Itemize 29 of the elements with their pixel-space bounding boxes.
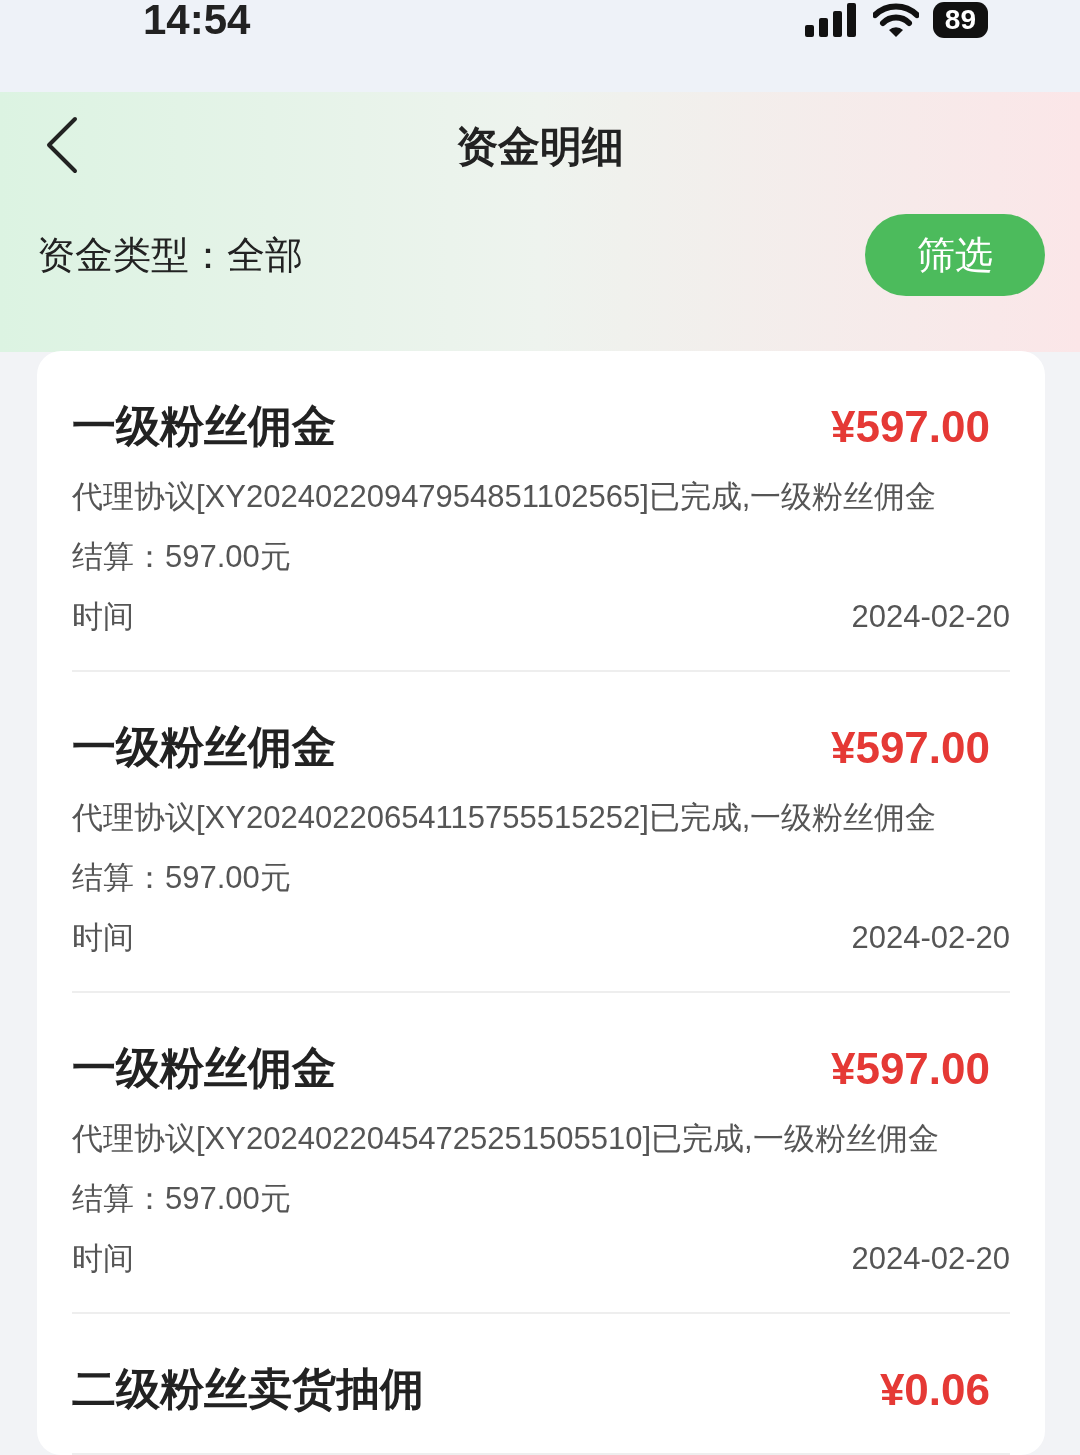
battery-icon: 89 [932,2,988,38]
record-amount: ¥597.00 [830,401,990,452]
record-amount: ¥0.06 [879,1364,990,1415]
wifi-icon [872,3,919,37]
record-title: 一级粉丝佣金 [72,721,336,773]
filter-button[interactable]: 筛选 [865,214,1045,296]
settlement-text: 结算：597.00元 [72,859,292,897]
record-date: 2024-02-20 [851,919,1010,957]
back-icon[interactable] [45,116,79,174]
record-title: 一级粉丝佣金 [72,400,336,452]
time-label: 时间 [72,1240,134,1278]
record-description: 代理协议[XY20240220654115755515252]已完成,一级粉丝佣金 [72,799,938,837]
settlement-text: 结算：597.00元 [72,1180,292,1218]
record-date: 2024-02-20 [851,598,1010,636]
time-label: 时间 [72,598,134,636]
record-title: 二级粉丝卖货抽佣 [72,1363,424,1415]
clock-time: 14:54 [143,0,251,40]
record-description: 代理协议[XY20240220947954851102565]已完成,一级粉丝佣金 [72,478,938,516]
filter-label: 资金类型： [37,232,227,278]
settlement-text: 结算：597.00元 [72,538,292,576]
record-description: 代理协议[XY20240220454725251505510]已完成,一级粉丝佣金 [72,1120,940,1158]
record-title: 一级粉丝佣金 [72,1042,336,1094]
record-amount: ¥597.00 [830,1043,990,1094]
filter-value: 全部 [227,232,303,278]
record-date: 2024-02-20 [851,1240,1010,1278]
page-title: 资金明细 [456,122,624,172]
record-amount: ¥597.00 [830,722,990,773]
signal-icon [804,3,859,37]
time-label: 时间 [72,919,134,957]
